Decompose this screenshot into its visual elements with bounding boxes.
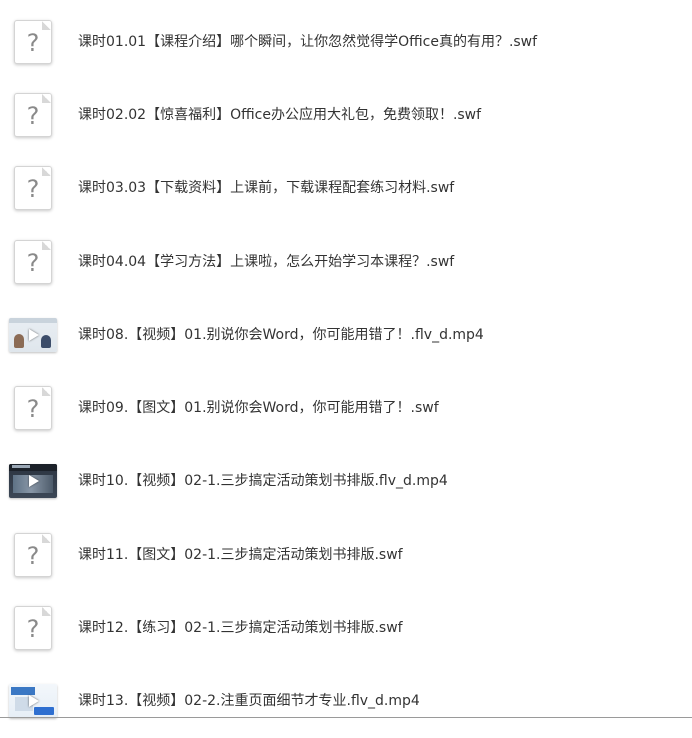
file-item[interactable]: 课时10.【视频】02-1.三步搞定活动策划书排版.flv_d.mp4 <box>0 445 692 518</box>
unknown-file-icon: ? <box>9 18 57 66</box>
file-item[interactable]: ? 课时02.02【惊喜福利】Office办公应用大礼包，免费领取！.swf <box>0 78 692 151</box>
file-name: 课时02.02【惊喜福利】Office办公应用大礼包，免费领取！.swf <box>78 106 482 123</box>
file-name: 课时12.【练习】02-1.三步搞定活动策划书排版.swf <box>78 620 403 637</box>
unknown-file-icon: ? <box>9 238 57 286</box>
file-name: 课时03.03【下载资料】上课前，下载课程配套练习材料.swf <box>78 180 455 197</box>
unknown-file-icon: ? <box>9 604 57 652</box>
file-item[interactable]: 课时13.【视频】02-2.注重页面细节才专业.flv_d.mp4 <box>0 665 692 738</box>
file-list: ? 课时01.01【课程介绍】哪个瞬间，让你忽然觉得学Office真的有用？.s… <box>0 5 692 738</box>
file-name: 课时08.【视频】01.别说你会Word，你可能用错了！.flv_d.mp4 <box>78 326 484 343</box>
file-item[interactable]: ? 课时11.【图文】02-1.三步搞定活动策划书排版.swf <box>0 518 692 591</box>
unknown-file-icon: ? <box>9 531 57 579</box>
file-item[interactable]: ? 课时04.04【学习方法】上课啦，怎么开始学习本课程？.swf <box>0 225 692 298</box>
file-name: 课时10.【视频】02-1.三步搞定活动策划书排版.flv_d.mp4 <box>78 473 448 490</box>
file-item[interactable]: ? 课时01.01【课程介绍】哪个瞬间，让你忽然觉得学Office真的有用？.s… <box>0 5 692 78</box>
video-thumbnail-icon <box>9 311 57 359</box>
play-icon <box>29 475 39 488</box>
file-name: 课时13.【视频】02-2.注重页面细节才专业.flv_d.mp4 <box>78 693 420 710</box>
video-thumbnail-icon <box>9 677 57 725</box>
file-item[interactable]: ? 课时12.【练习】02-1.三步搞定活动策划书排版.swf <box>0 591 692 664</box>
unknown-file-icon: ? <box>9 91 57 139</box>
file-item[interactable]: 课时08.【视频】01.别说你会Word，你可能用错了！.flv_d.mp4 <box>0 298 692 371</box>
unknown-file-icon: ? <box>9 164 57 212</box>
file-item[interactable]: ? 课时03.03【下载资料】上课前，下载课程配套练习材料.swf <box>0 152 692 225</box>
play-icon <box>29 328 39 341</box>
file-name: 课时04.04【学习方法】上课啦，怎么开始学习本课程？.swf <box>78 253 455 270</box>
file-name: 课时09.【图文】01.别说你会Word，你可能用错了！.swf <box>78 400 439 417</box>
bottom-divider <box>0 717 692 718</box>
file-name: 课时01.01【课程介绍】哪个瞬间，让你忽然觉得学Office真的有用？.swf <box>78 33 538 50</box>
play-icon <box>29 695 39 708</box>
file-item[interactable]: ? 课时09.【图文】01.别说你会Word，你可能用错了！.swf <box>0 371 692 444</box>
video-thumbnail-icon <box>9 457 57 505</box>
unknown-file-icon: ? <box>9 384 57 432</box>
file-name: 课时11.【图文】02-1.三步搞定活动策划书排版.swf <box>78 546 403 563</box>
